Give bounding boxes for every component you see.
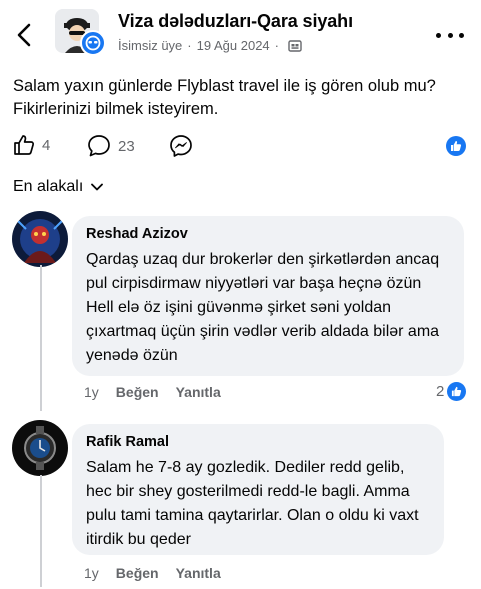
chevron-down-icon [91,183,104,191]
thread-line [40,265,42,411]
comment-reactions[interactable]: 2 [436,382,467,401]
post-text: Salam yaxın günlerde Flyblast travel ile… [13,77,436,118]
post-date[interactable]: 19 Ağu 2024 [197,38,270,53]
comment-like-button[interactable]: Beğen [116,384,159,400]
like-reaction-icon [447,382,467,401]
thread-line [40,475,42,587]
comment-time[interactable]: 1y [84,384,99,400]
comment-action[interactable]: 23 [86,133,135,159]
comment-text: Salam he 7-8 ay gozledik. Dediler redd g… [86,459,419,548]
comment-time[interactable]: 1y [84,565,99,581]
comment-count: 23 [118,137,135,155]
commenter-avatar[interactable] [12,420,68,476]
comment-reply-button[interactable]: Yanıtla [176,384,221,400]
post-meta: İsimsiz üye · 19 Ağu 2024 · [118,38,302,53]
comment-bubble: Rafik Ramal Salam he 7-8 ay gozledik. De… [72,424,444,555]
like-reaction-icon[interactable] [446,136,466,156]
post-header: Viza dələduzları-Qara siyahı İsimsiz üye… [0,0,481,66]
messenger-share-action[interactable] [168,133,194,159]
like-count: 4 [42,136,51,154]
anonymous-member-icon [80,30,106,56]
post-author[interactable]: İsimsiz üye [118,38,182,53]
more-dots-icon[interactable] [436,28,464,42]
messenger-icon [170,135,192,157]
comment-bubble: Reshad Azizov Qardaş uzaq dur brokerlər … [72,216,464,376]
commenter-avatar[interactable] [12,211,68,267]
group-title[interactable]: Viza dələduzları-Qara siyahı [118,11,353,32]
comment-sort-dropdown[interactable]: En alakalı [13,178,104,196]
comment-author[interactable]: Reshad Azizov [86,226,450,242]
comment-footer: 1y Beğen Yanıtla [84,565,238,581]
group-privacy-icon [288,39,302,52]
sort-label: En alakalı [13,178,84,195]
comment-author[interactable]: Rafik Ramal [86,434,430,450]
reaction-count: 2 [436,383,445,400]
comment-footer: 1y Beğen Yanıtla [84,384,238,400]
meta-separator: · [274,38,280,53]
comment-reply-button[interactable]: Yanıtla [176,565,221,581]
thumbs-up-icon [14,135,35,155]
comment-like-button[interactable]: Beğen [116,565,159,581]
comment-bubble-icon [88,135,110,157]
meta-separator: · [187,38,192,53]
post-actions: 4 23 [10,133,470,159]
comment-text: Qardaş uzaq dur brokerlər den şirkətlərd… [86,251,440,364]
like-action[interactable]: 4 [12,133,50,157]
chevron-left-icon[interactable] [12,22,38,48]
